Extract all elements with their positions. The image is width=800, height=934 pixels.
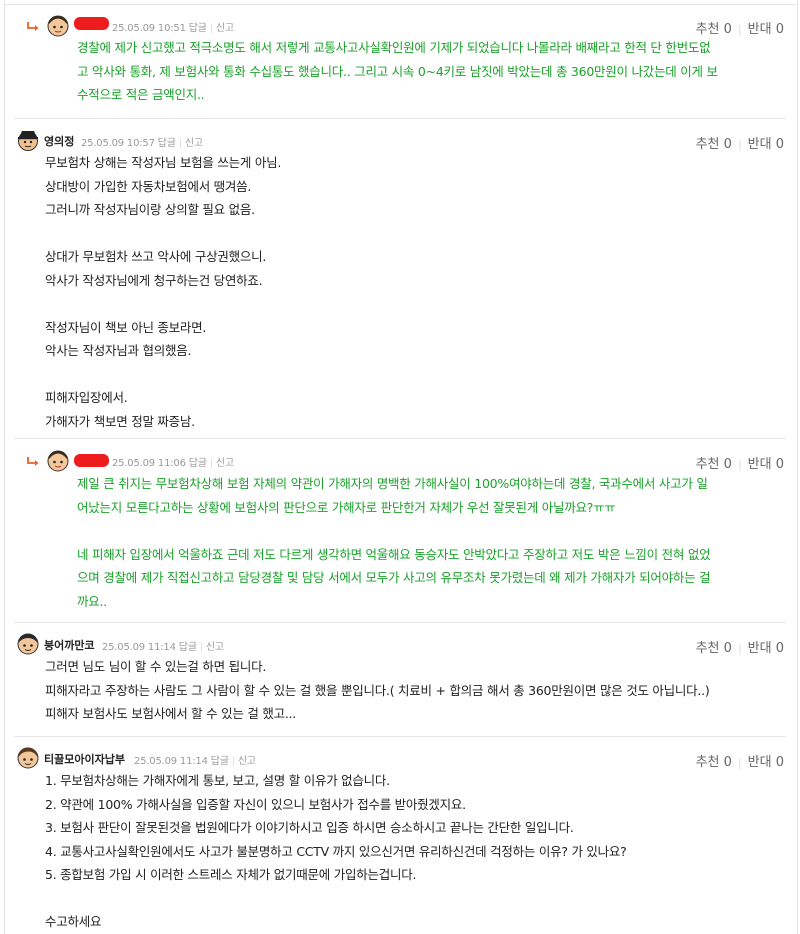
comment-line: 상대방이 가입한 자동차보험에서 땡겨씀. bbox=[45, 178, 252, 194]
comment-line: 피해자 보험사도 보험사에서 할 수 있는 걸 했고... bbox=[45, 706, 296, 721]
recommend-button[interactable]: 추천 0 bbox=[696, 137, 732, 152]
comment-line: 제일 큰 취지는 무보험차상해 보험 자체의 약관이 가해자의 명백한 가해사실… bbox=[77, 476, 708, 491]
comment-nickname[interactable]: 영의정 bbox=[44, 133, 74, 149]
comment-line: 악사는 작성자님과 협의했음. bbox=[45, 343, 192, 358]
comment-item: 25.05.09 10:51 답글 | 신고 추천 0 | 반대 0 경찰에 제가 신고… bbox=[0, 0, 800, 120]
avatar-icon bbox=[17, 747, 39, 769]
comment-line: 1. 무보험차상해는 가해자에게 통보, 보고, 설명 할 이유가 없습니다. bbox=[45, 773, 390, 788]
oppose-button[interactable]: 반대 0 bbox=[748, 22, 784, 37]
report-link[interactable]: 신고 bbox=[185, 138, 203, 149]
comment-line: 악사가 작성자님에게 청구하는건 당연하죠. bbox=[45, 272, 263, 288]
comment-line: 피해자라고 주장하는 사람도 그 사람이 할 수 있는 걸 했을 뿐입니다.( … bbox=[45, 682, 710, 698]
comment-date: 25.05.09 11:14 bbox=[102, 642, 176, 653]
reply-arrow-icon bbox=[27, 457, 39, 466]
comment-line: 3. 보험사 판단이 잘못된것을 법원에다가 이야기하시고 입증 하시면 승소하… bbox=[45, 820, 574, 835]
oppose-button[interactable]: 반대 0 bbox=[748, 641, 784, 656]
comment-date: 25.05.09 11:14 bbox=[134, 756, 208, 767]
comment-line: 경찰에 제가 신고했고 적극소명도 해서 저렇게 교통사고사실확인원에 기제가 … bbox=[77, 40, 711, 55]
oppose-button[interactable]: 반대 0 bbox=[748, 755, 784, 770]
vote-box: 추천 0 | 반대 0 bbox=[695, 641, 784, 656]
comment-date: 25.05.09 10:51 bbox=[112, 23, 186, 34]
vote-box: 추천 0 | 반대 0 bbox=[695, 22, 784, 37]
comment-line: 5. 종합보험 가입 시 이러한 스트레스 자체가 없기때문에 가입하는겁니다. bbox=[45, 867, 417, 882]
comment-nickname[interactable]: 티끌모아이자납부 bbox=[44, 751, 125, 767]
vote-box: 추천 0 | 반대 0 bbox=[695, 457, 784, 472]
vote-box: 추천 0 | 반대 0 bbox=[695, 137, 784, 152]
comment-body: 1. 무보험차상해는 가해자에게 통보, 보고, 설명 할 이유가 없습니다. … bbox=[45, 769, 627, 934]
comment-line: 무보험차 상해는 작성자님 보험을 쓰는게 아님. bbox=[45, 155, 282, 170]
comment-item: 티끌모아이자납부 25.05.09 11:14 답글 | 신고 추천 0 | 반대 0 … bbox=[0, 737, 800, 934]
reply-link[interactable]: 답글 bbox=[189, 458, 207, 469]
comment-line: 가해자가 책보면 정말 짜증남. bbox=[45, 413, 195, 429]
comment-meta: 25.05.09 11:14 답글 | 신고 bbox=[102, 642, 224, 653]
reply-link[interactable]: 답글 bbox=[158, 138, 176, 149]
comment-line: 상대가 무보험차 쓰고 악사에 구상권했으니. bbox=[45, 249, 267, 264]
comment-meta: 25.05.09 11:06 답글 | 신고 bbox=[112, 458, 234, 469]
avatar-icon bbox=[18, 131, 38, 151]
recommend-button[interactable]: 추천 0 bbox=[696, 641, 732, 656]
recommend-button[interactable]: 추천 0 bbox=[696, 755, 732, 770]
report-link[interactable]: 신고 bbox=[216, 458, 234, 469]
redacted-nickname bbox=[74, 454, 109, 467]
comment-line: 작성자님이 책보 아닌 종보라면. bbox=[45, 319, 207, 335]
comment-body: 무보험차 상해는 작성자님 보험을 쓰는게 아님. 상대방이 가입한 자동차보험… bbox=[45, 151, 281, 433]
comment-line: 피해자입장에서. bbox=[45, 390, 128, 405]
comment-line: 까요.. bbox=[77, 593, 107, 609]
avatar-icon bbox=[17, 633, 39, 655]
comment-item: 영의정 25.05.09 10:57 답글 | 신고 추천 0 | 반대 0 무보험차 … bbox=[0, 119, 800, 439]
comment-meta: 25.05.09 10:57 답글 | 신고 bbox=[81, 138, 203, 149]
comment-body: 경찰에 제가 신고했고 적극소명도 해서 저렇게 교통사고사실확인원에 기제가 … bbox=[77, 36, 718, 107]
comment-date: 25.05.09 10:57 bbox=[81, 138, 155, 149]
comment-body: 그러면 님도 님이 할 수 있는걸 하면 됩니다. 피해자라고 주장하는 사람도… bbox=[45, 655, 710, 726]
comment-body: 제일 큰 취지는 무보험차상해 보험 자체의 약관이 가해자의 명백한 가해사실… bbox=[77, 472, 711, 613]
comment-line: 고 악사와 통화, 제 보험사와 통화 수십통도 했습니다.. 그리고 시속 0… bbox=[77, 63, 718, 79]
reply-link[interactable]: 답글 bbox=[189, 23, 207, 34]
comment-line: 4. 교통사고사실확인원에서도 사고가 불분명하고 CCTV 까지 있으신거면 … bbox=[45, 843, 627, 859]
comment-nickname[interactable]: 붕어까만코 bbox=[44, 637, 95, 653]
report-link[interactable]: 신고 bbox=[206, 642, 224, 653]
reply-link[interactable]: 답글 bbox=[179, 642, 197, 653]
report-link[interactable]: 신고 bbox=[238, 756, 256, 767]
recommend-button[interactable]: 추천 0 bbox=[696, 22, 732, 37]
comment-item: 25.05.09 11:06 답글 | 신고 추천 0 | 반대 0 제일 큰 취지는 … bbox=[0, 439, 800, 623]
comment-item: 붕어까만코 25.05.09 11:14 답글 | 신고 추천 0 | 반대 0 그러면… bbox=[0, 623, 800, 736]
comment-line: 으며 경찰에 제가 직접신고하고 담당경찰 및 담당 서에서 모두가 사고의 유… bbox=[77, 570, 711, 585]
comment-meta: 25.05.09 10:51 답글 | 신고 bbox=[112, 23, 234, 34]
oppose-button[interactable]: 반대 0 bbox=[748, 137, 784, 152]
comment-line: 어났는지 모른다고하는 상황에 보험사의 판단으로 가해자로 판단한거 자체가 … bbox=[77, 499, 616, 515]
comment-line: 수고하세요 bbox=[45, 914, 102, 929]
comment-line: 수적으로 적은 금액인지.. bbox=[77, 87, 205, 102]
redacted-nickname bbox=[74, 17, 109, 30]
report-link[interactable]: 신고 bbox=[216, 23, 234, 34]
comment-line: 그러면 님도 님이 할 수 있는걸 하면 됩니다. bbox=[45, 659, 267, 674]
vote-box: 추천 0 | 반대 0 bbox=[695, 755, 784, 770]
reply-arrow-icon bbox=[27, 22, 39, 31]
avatar-icon bbox=[47, 450, 69, 472]
reply-link[interactable]: 답글 bbox=[211, 756, 229, 767]
comment-line: 그러니까 작성자님이랑 상의할 필요 없음. bbox=[45, 202, 255, 217]
oppose-button[interactable]: 반대 0 bbox=[748, 457, 784, 472]
comment-line: 네 피해자 입장에서 억울하죠 근데 저도 다르게 생각하면 억울해요 동승자도… bbox=[77, 546, 711, 562]
comment-meta: 25.05.09 11:14 답글 | 신고 bbox=[134, 756, 256, 767]
comment-date: 25.05.09 11:06 bbox=[112, 458, 186, 469]
recommend-button[interactable]: 추천 0 bbox=[696, 457, 732, 472]
comment-line: 2. 약관에 100% 가해사실을 입증할 자신이 있으니 보험사가 접수를 받… bbox=[45, 796, 466, 812]
avatar-icon bbox=[47, 15, 69, 37]
